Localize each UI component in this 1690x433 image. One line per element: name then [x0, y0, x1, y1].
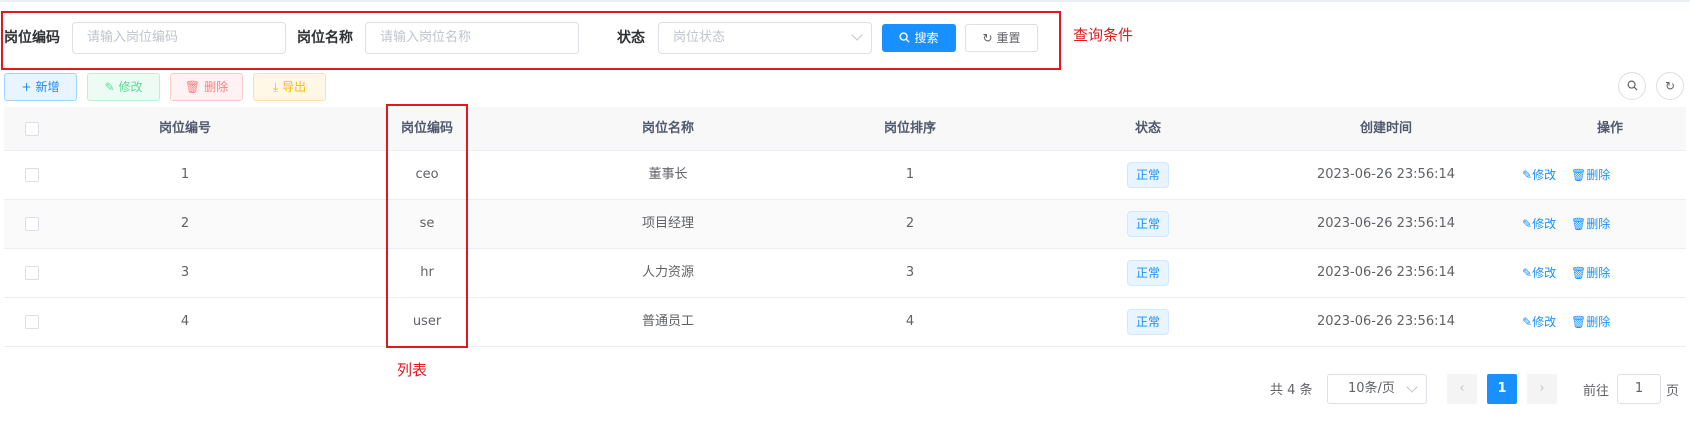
status-badge: 正常 [1126, 161, 1169, 188]
row-delete-label: 删除 [1586, 168, 1611, 182]
status-badge: 正常 [1126, 259, 1169, 286]
status-badge: 正常 [1126, 308, 1169, 335]
cell-post-sort: 3 [905, 265, 915, 280]
row-edit-link[interactable]: ✎修改 [1522, 151, 1556, 199]
toggle-search-button[interactable] [1618, 72, 1646, 100]
page-unit-label: 页 [1666, 384, 1680, 399]
row-delete-label: 删除 [1586, 217, 1611, 231]
trash-icon: 🗑 [1571, 217, 1587, 231]
top-divider [0, 0, 1690, 2]
edit-button[interactable]: ✎ 修改 [87, 73, 160, 101]
row-delete-link[interactable]: 🗑删除 [1571, 298, 1610, 346]
page-size-select[interactable]: 10条/页 [1327, 374, 1427, 404]
delete-button[interactable]: 🗑 删除 [170, 73, 243, 101]
query-area-note: 查询条件 [1073, 26, 1134, 44]
row-delete-label: 删除 [1586, 315, 1611, 329]
row-checkbox[interactable] [25, 315, 39, 329]
row-checkbox[interactable] [25, 217, 39, 231]
cell-status: 正常 [1062, 151, 1234, 199]
cell-post-name: 人力资源 [641, 265, 694, 280]
post-management-page: 岗位编码 请输入岗位编码 岗位名称 请输入岗位名称 状态 岗位状态 搜索 ↻ 重置… [0, 0, 1690, 433]
next-page-button[interactable]: › [1527, 374, 1557, 404]
cell-status: 正常 [1062, 298, 1234, 346]
prev-page-button[interactable]: ‹ [1447, 374, 1477, 404]
column-header-actions: 操作 [1596, 121, 1623, 136]
row-edit-label: 修改 [1532, 217, 1557, 231]
edit-button-label: 修改 [118, 80, 143, 94]
refresh-table-button[interactable]: ↻ [1656, 72, 1684, 100]
delete-button-label: 删除 [204, 80, 229, 94]
row-checkbox[interactable] [25, 168, 39, 182]
edit-icon: ✎ [1522, 168, 1533, 182]
add-button-label: 新增 [35, 80, 60, 94]
column-header-create-time: 创建时间 [1359, 121, 1412, 136]
column-header-post-id: 岗位编号 [158, 121, 211, 136]
goto-label: 前往 [1583, 384, 1610, 399]
cell-post-name: 项目经理 [641, 216, 694, 231]
status-badge: 正常 [1126, 210, 1169, 237]
row-delete-label: 删除 [1586, 266, 1611, 280]
trash-icon: 🗑 [1571, 266, 1587, 280]
cell-post-id: 2 [180, 216, 190, 231]
row-edit-link[interactable]: ✎修改 [1522, 200, 1556, 248]
cell-post-id: 1 [180, 167, 190, 182]
cell-status: 正常 [1062, 200, 1234, 248]
edit-icon: ✎ [104, 80, 115, 94]
query-area-highlight [1, 11, 1061, 70]
trash-icon: 🗑 [1571, 315, 1587, 329]
edit-icon: ✎ [1522, 217, 1533, 231]
table-row: 2 se 项目经理 2 正常 2023-06-26 23:56:14 ✎修改 🗑… [4, 200, 1686, 249]
chevron-right-icon: › [1539, 381, 1545, 396]
row-edit-label: 修改 [1532, 266, 1557, 280]
row-delete-link[interactable]: 🗑删除 [1571, 249, 1610, 297]
list-note: 列表 [397, 361, 428, 379]
row-delete-link[interactable]: 🗑删除 [1571, 200, 1610, 248]
row-delete-link[interactable]: 🗑删除 [1571, 151, 1610, 199]
cell-post-id: 4 [180, 314, 190, 329]
cell-post-sort: 4 [905, 314, 915, 329]
refresh-icon: ↻ [1664, 79, 1676, 93]
cell-post-sort: 1 [905, 167, 915, 182]
plus-icon: + [21, 80, 32, 94]
list-column-highlight [386, 104, 468, 348]
table-header: 岗位编号 岗位编码 岗位名称 岗位排序 状态 创建时间 操作 [4, 107, 1686, 151]
table-row: 4 user 普通员工 4 正常 2023-06-26 23:56:14 ✎修改… [4, 298, 1686, 347]
pagination-total: 共 4 条 [1270, 383, 1313, 398]
search-icon [1627, 79, 1638, 93]
cell-status: 正常 [1062, 249, 1234, 297]
chevron-down-icon [1406, 381, 1418, 393]
edit-icon: ✎ [1522, 266, 1533, 280]
export-button[interactable]: ⤓ 导出 [253, 73, 326, 101]
cell-post-id: 3 [180, 265, 190, 280]
trash-icon: 🗑 [184, 80, 201, 94]
edit-icon: ✎ [1522, 315, 1533, 329]
table-row: 1 ceo 董事长 1 正常 2023-06-26 23:56:14 ✎修改 🗑… [4, 151, 1686, 200]
cell-create-time: 2023-06-26 23:56:14 [1316, 314, 1456, 329]
export-button-label: 导出 [282, 80, 307, 94]
row-edit-label: 修改 [1532, 168, 1557, 182]
download-icon: ⤓ [272, 80, 279, 94]
row-edit-link[interactable]: ✎修改 [1522, 298, 1556, 346]
add-button[interactable]: + 新增 [4, 73, 77, 101]
table-row: 3 hr 人力资源 3 正常 2023-06-26 23:56:14 ✎修改 🗑… [4, 249, 1686, 298]
row-edit-label: 修改 [1532, 315, 1557, 329]
row-edit-link[interactable]: ✎修改 [1522, 249, 1556, 297]
select-all-checkbox[interactable] [25, 122, 39, 136]
cell-post-sort: 2 [905, 216, 915, 231]
cell-create-time: 2023-06-26 23:56:14 [1316, 216, 1456, 231]
trash-icon: 🗑 [1571, 168, 1587, 182]
page-number-1[interactable]: 1 [1487, 374, 1517, 404]
cell-post-name: 普通员工 [641, 314, 694, 329]
cell-create-time: 2023-06-26 23:56:14 [1316, 167, 1456, 182]
column-header-post-sort: 岗位排序 [883, 121, 936, 136]
chevron-left-icon: ‹ [1459, 381, 1465, 396]
cell-post-name: 董事长 [648, 167, 688, 182]
column-header-status: 状态 [1134, 121, 1161, 136]
cell-create-time: 2023-06-26 23:56:14 [1316, 265, 1456, 280]
goto-page-input[interactable]: 1 [1617, 374, 1661, 404]
row-checkbox[interactable] [25, 266, 39, 280]
column-header-post-name: 岗位名称 [641, 121, 694, 136]
page-size-value: 10条/页 [1348, 381, 1395, 396]
